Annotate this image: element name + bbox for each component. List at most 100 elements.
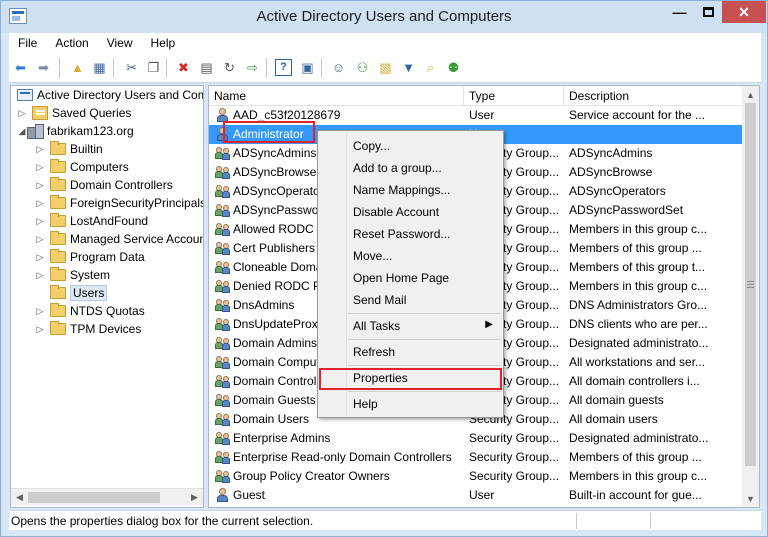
menu-file[interactable]: File (9, 36, 46, 50)
expander-icon[interactable]: ▷ (35, 270, 45, 281)
minimize-button[interactable]: ― (664, 1, 695, 23)
expander-icon[interactable]: ▷ (35, 198, 45, 209)
ctx-move[interactable]: Move... (320, 245, 501, 267)
expander-icon[interactable]: ▷ (17, 108, 27, 119)
context-menu-separator (348, 339, 500, 340)
list-vertical-scrollbar[interactable]: ▲ ▼ (742, 86, 759, 507)
tree-label: ForeignSecurityPrincipals (70, 196, 204, 210)
ctx-name-mappings[interactable]: Name Mappings... (320, 179, 501, 201)
table-row[interactable]: Enterprise Admins Security Group... Design… (209, 429, 743, 448)
delete-icon[interactable]: ✖ (175, 59, 192, 76)
new-user-icon[interactable]: ☺ (330, 59, 347, 76)
new-ou-icon[interactable]: ▧ (377, 59, 394, 76)
add-to-group-icon[interactable]: ⚉ (445, 59, 462, 76)
group-icon (215, 260, 231, 275)
tree-domain[interactable]: ◢ fabrikam123.org (17, 122, 134, 140)
tree-item-ntds-quotas[interactable]: ▷ NTDS Quotas (35, 302, 145, 320)
group-icon-body (222, 210, 230, 217)
filter-icon[interactable]: ▼ (400, 59, 417, 76)
back-arrow-icon[interactable]: ⬅ (12, 59, 29, 76)
ctx-reset-password[interactable]: Reset Password... (320, 223, 501, 245)
column-header-description[interactable]: Description (564, 86, 743, 106)
ctx-disable-account[interactable]: Disable Account (320, 201, 501, 223)
tree-item-lostandfound[interactable]: ▷ LostAndFound (35, 212, 148, 230)
tree-item-domain-controllers[interactable]: ▷ Domain Controllers (35, 176, 173, 194)
expander-icon[interactable]: ◢ (17, 126, 27, 137)
tree-item-users[interactable]: Users (35, 284, 108, 302)
row-description: All domain guests (569, 393, 664, 407)
expander-icon[interactable]: ▷ (35, 216, 45, 227)
tree-item-foreignsecurityprincipals[interactable]: ▷ ForeignSecurityPrincipals (35, 194, 204, 212)
table-row[interactable]: AAD_c53f20128679 User Service account for … (209, 106, 743, 125)
tree-saved-queries[interactable]: ▷ Saved Queries (17, 104, 131, 122)
row-name: AAD_c53f20128679 (233, 108, 341, 122)
row-description: Members in this group c... (569, 469, 708, 483)
find-icon[interactable]: ⌕ (422, 59, 439, 76)
column-header-type[interactable]: Type (464, 86, 564, 106)
expander-icon[interactable]: ▷ (35, 252, 45, 263)
export-list-icon[interactable]: ⇨ (244, 59, 261, 76)
ctx-refresh[interactable]: Refresh (320, 341, 501, 363)
group-icon (215, 412, 231, 427)
group-icon (215, 184, 231, 199)
table-row[interactable]: Group Policy Creator Owners Security Grou… (209, 467, 743, 486)
tree-root[interactable]: Active Directory Users and Com (11, 86, 203, 104)
user-icon-head (219, 108, 226, 115)
mmc-icon[interactable]: ▣ (299, 59, 316, 76)
up-folder-icon[interactable]: ▲ (69, 59, 86, 76)
copy-icon[interactable]: ❐ (145, 59, 162, 76)
context-menu-label: Add to a group... (353, 161, 442, 175)
ctx-properties[interactable]: Properties (320, 367, 501, 389)
scroll-thumb[interactable] (745, 103, 756, 466)
cut-icon[interactable]: ✂ (123, 59, 140, 76)
expander-icon[interactable]: ▷ (35, 306, 45, 317)
ctx-add-to-group[interactable]: Add to a group... (320, 157, 501, 179)
scroll-down-arrow-icon[interactable]: ▼ (742, 490, 759, 507)
ctx-send-mail[interactable]: Send Mail (320, 289, 501, 311)
close-button[interactable]: ✕ (722, 1, 766, 23)
console-root-icon (17, 89, 33, 101)
ctx-help[interactable]: Help (320, 393, 501, 415)
menu-action[interactable]: Action (46, 36, 97, 50)
table-row[interactable]: Guest User Built-in account for gue... (209, 486, 743, 505)
new-group-icon[interactable]: ⚇ (354, 59, 371, 76)
tree-horizontal-scrollbar[interactable]: ◀ ▶ (11, 488, 203, 505)
tree-item-program-data[interactable]: ▷ Program Data (35, 248, 145, 266)
maximize-button[interactable] (693, 1, 724, 23)
scroll-up-arrow-icon[interactable]: ▲ (742, 86, 759, 103)
group-icon-body (222, 229, 230, 236)
ctx-copy[interactable]: Copy... (320, 135, 501, 157)
row-description: Members of this group ... (569, 450, 702, 464)
ctx-all-tasks[interactable]: All Tasks ▶ (320, 315, 501, 337)
forward-arrow-icon[interactable]: ➡ (35, 59, 52, 76)
table-row[interactable]: Enterprise Read-only Domain Controllers S… (209, 448, 743, 467)
tree-item-system[interactable]: ▷ System (35, 266, 110, 284)
group-icon-body (222, 305, 230, 312)
column-header-name[interactable]: Name (209, 86, 464, 106)
tree-item-tpm-devices[interactable]: ▷ TPM Devices (35, 320, 141, 338)
tree-label: Users (70, 285, 108, 301)
scroll-thumb[interactable] (28, 492, 160, 503)
help-icon[interactable]: ? (275, 59, 292, 76)
scroll-right-arrow-icon[interactable]: ▶ (186, 489, 203, 506)
menu-view[interactable]: View (98, 36, 142, 50)
expander-icon[interactable]: ▷ (35, 180, 45, 191)
tree-item-builtin[interactable]: ▷ Builtin (35, 140, 103, 158)
show-console-tree-icon[interactable]: ▦ (91, 59, 108, 76)
title-bar[interactable]: Active Directory Users and Computers ― ✕ (1, 1, 767, 33)
tree-item-computers[interactable]: ▷ Computers (35, 158, 129, 176)
expander-icon[interactable]: ▷ (35, 162, 45, 173)
refresh-icon[interactable]: ↻ (221, 59, 238, 76)
ctx-open-home-page[interactable]: Open Home Page (320, 267, 501, 289)
properties-icon[interactable]: ▤ (198, 59, 215, 76)
saved-queries-icon (32, 106, 48, 120)
menu-help[interactable]: Help (142, 36, 185, 50)
row-description: ADSyncAdmins (569, 146, 653, 160)
expander-icon[interactable]: ▷ (35, 324, 45, 335)
group-icon-body (222, 419, 230, 426)
tree-item-managed-service-accoun[interactable]: ▷ Managed Service Accoun (35, 230, 203, 248)
row-type: Security Group... (469, 469, 560, 483)
expander-icon[interactable]: ▷ (35, 234, 45, 245)
scroll-left-arrow-icon[interactable]: ◀ (11, 489, 28, 506)
expander-icon[interactable]: ▷ (35, 144, 45, 155)
